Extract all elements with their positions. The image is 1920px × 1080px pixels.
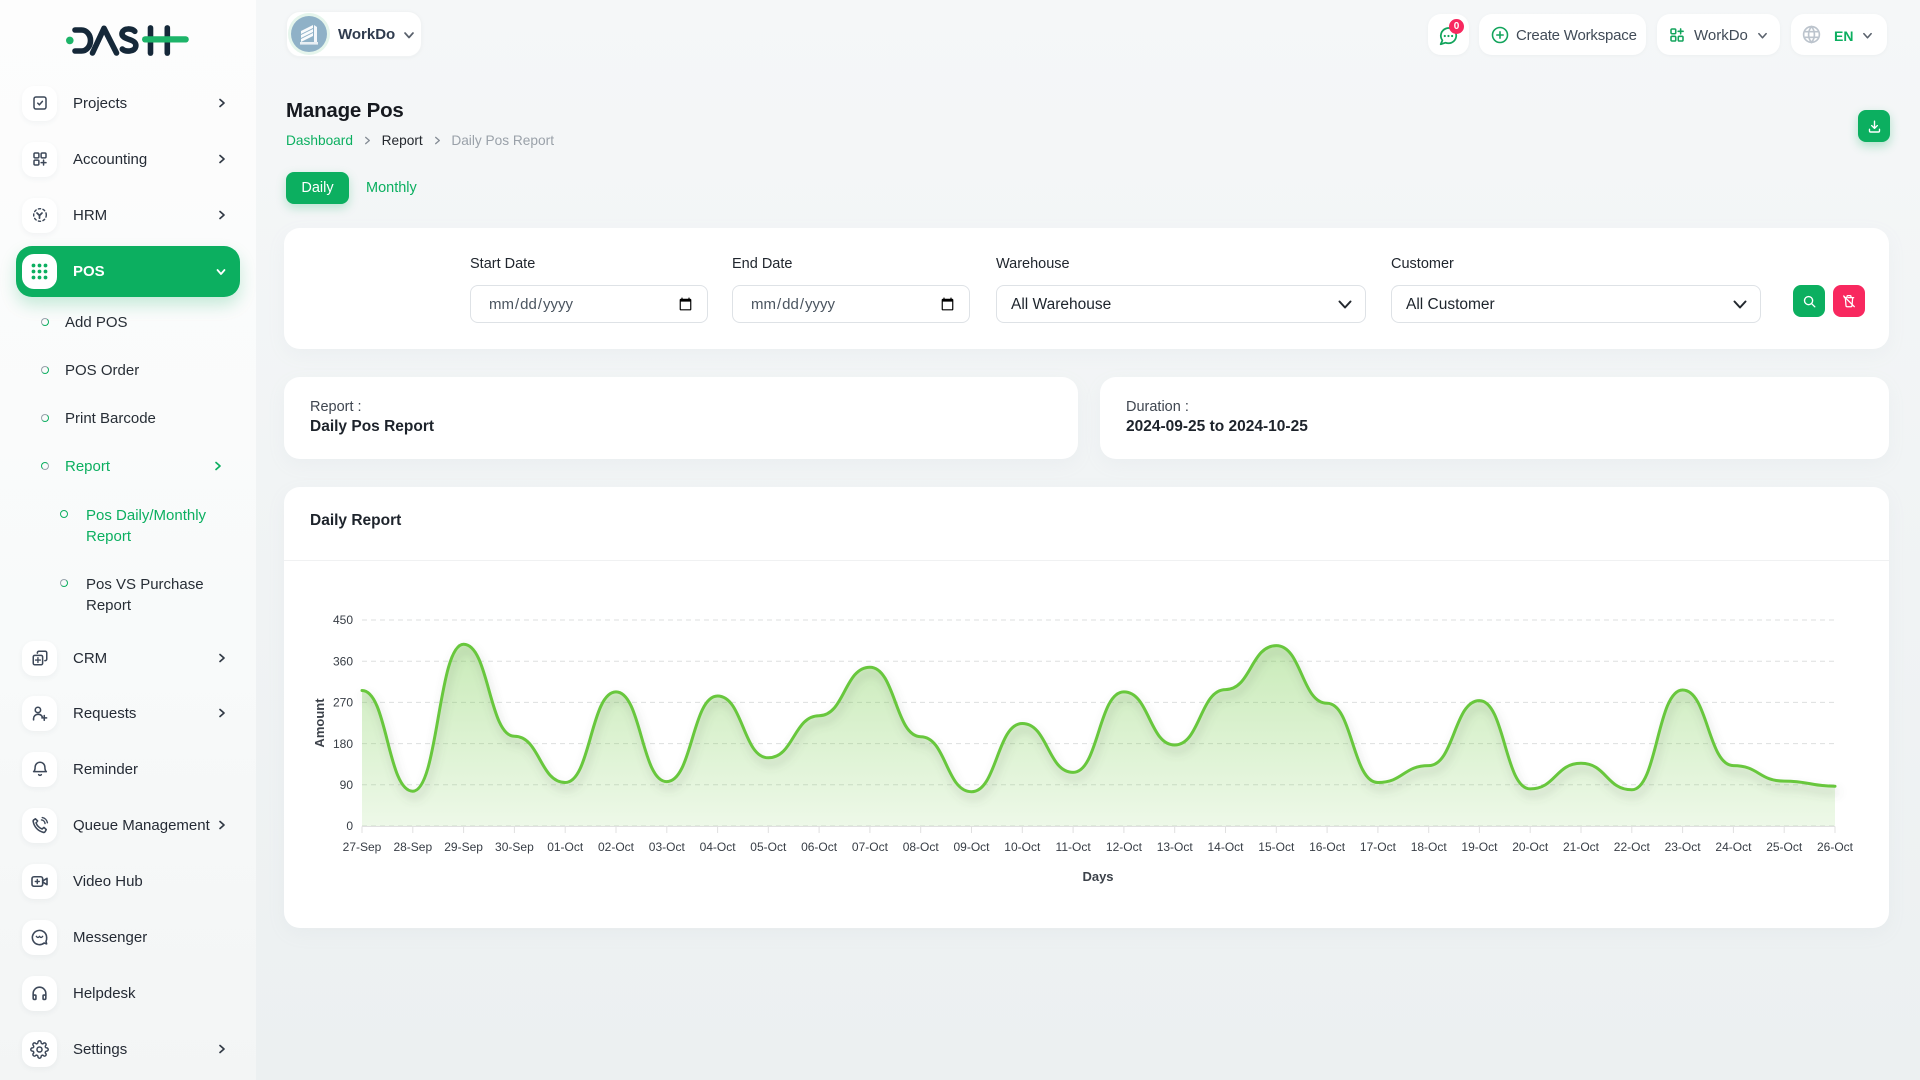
svg-text:20-Oct: 20-Oct xyxy=(1512,840,1549,854)
svg-text:16-Oct: 16-Oct xyxy=(1309,840,1346,854)
svg-text:28-Sep: 28-Sep xyxy=(393,840,432,854)
svg-text:360: 360 xyxy=(333,654,353,668)
svg-text:90: 90 xyxy=(340,778,354,792)
svg-text:13-Oct: 13-Oct xyxy=(1157,840,1194,854)
svg-text:06-Oct: 06-Oct xyxy=(801,840,838,854)
svg-text:18-Oct: 18-Oct xyxy=(1411,840,1448,854)
svg-text:07-Oct: 07-Oct xyxy=(852,840,889,854)
svg-text:09-Oct: 09-Oct xyxy=(953,840,990,854)
svg-text:15-Oct: 15-Oct xyxy=(1258,840,1295,854)
svg-text:02-Oct: 02-Oct xyxy=(598,840,635,854)
svg-text:10-Oct: 10-Oct xyxy=(1004,840,1041,854)
svg-text:17-Oct: 17-Oct xyxy=(1360,840,1397,854)
svg-text:Days: Days xyxy=(1082,869,1113,884)
svg-text:23-Oct: 23-Oct xyxy=(1665,840,1702,854)
svg-text:11-Oct: 11-Oct xyxy=(1056,840,1092,854)
svg-text:Amount: Amount xyxy=(312,698,327,748)
svg-text:180: 180 xyxy=(333,737,353,751)
svg-text:22-Oct: 22-Oct xyxy=(1614,840,1651,854)
svg-text:25-Oct: 25-Oct xyxy=(1766,840,1803,854)
svg-text:0: 0 xyxy=(346,819,353,833)
svg-text:14-Oct: 14-Oct xyxy=(1207,840,1244,854)
svg-text:270: 270 xyxy=(333,696,353,710)
svg-text:12-Oct: 12-Oct xyxy=(1106,840,1143,854)
svg-text:03-Oct: 03-Oct xyxy=(649,840,686,854)
svg-text:08-Oct: 08-Oct xyxy=(903,840,940,854)
svg-text:04-Oct: 04-Oct xyxy=(700,840,737,854)
svg-text:30-Sep: 30-Sep xyxy=(495,840,534,854)
svg-text:24-Oct: 24-Oct xyxy=(1715,840,1752,854)
svg-text:450: 450 xyxy=(333,613,353,627)
svg-text:21-Oct: 21-Oct xyxy=(1563,840,1600,854)
svg-text:01-Oct: 01-Oct xyxy=(547,840,584,854)
svg-text:05-Oct: 05-Oct xyxy=(750,840,787,854)
svg-text:29-Sep: 29-Sep xyxy=(444,840,483,854)
svg-text:26-Oct: 26-Oct xyxy=(1817,840,1854,854)
svg-text:19-Oct: 19-Oct xyxy=(1461,840,1498,854)
svg-text:27-Sep: 27-Sep xyxy=(343,840,382,854)
